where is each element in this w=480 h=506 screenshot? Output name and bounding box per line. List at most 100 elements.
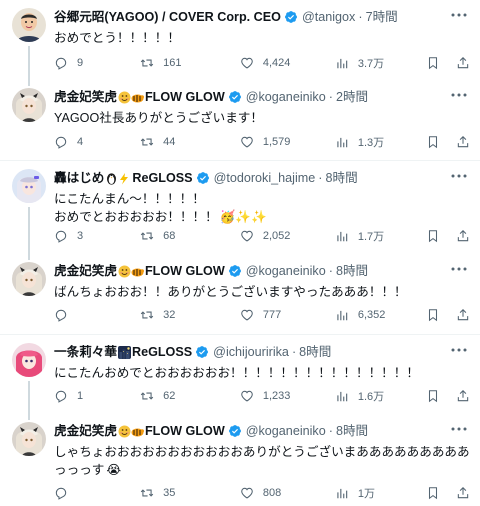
user-handle[interactable]: @koganeiniko [246,421,326,441]
share-button[interactable] [456,133,470,151]
views-button[interactable]: 1.7万 [335,227,401,245]
like-count: 1,233 [262,390,291,402]
timestamp[interactable]: 8時間 [299,342,331,362]
bookmark-button[interactable] [426,484,440,502]
display-name-suffix[interactable]: ReGLOSS [132,168,192,188]
user-handle[interactable]: @koganeiniko [246,261,326,281]
like-button[interactable]: 808 [240,484,325,502]
verified-badge-icon [284,10,298,24]
retweet-count: 68 [163,230,176,242]
share-button[interactable] [456,387,470,405]
share-icon [456,229,470,243]
timestamp[interactable]: 8時間 [336,261,368,281]
tweet-actions: 4 44 1,579 1.3万 [54,133,470,151]
smiling-face-and-tiger-emoji [118,265,144,278]
separator-dot: · [328,90,333,104]
avatar[interactable] [12,88,46,122]
separator-dot: · [358,10,363,24]
share-button[interactable] [456,484,470,502]
display-name[interactable]: 一条莉々華 [54,342,117,362]
bookmark-button[interactable] [426,133,440,151]
timestamp[interactable]: 8時間 [336,421,368,441]
views-button[interactable]: 1.3万 [335,133,401,151]
avatar[interactable] [12,8,46,42]
share-button[interactable] [456,227,470,245]
retweet-button[interactable]: 35 [140,484,230,502]
retweet-icon [140,389,154,403]
views-button[interactable]: 6,352 [335,306,401,324]
avatar[interactable] [12,169,46,203]
like-button[interactable]: 2,052 [240,227,325,245]
bookmark-button[interactable] [426,54,440,72]
display-name-suffix[interactable]: FLOW GLOW [145,261,225,281]
retweet-count: 161 [163,57,182,69]
like-button[interactable]: 1,233 [240,387,325,405]
display-name[interactable]: 虎金妃笑虎 [54,87,117,107]
reply-button[interactable]: 1 [54,387,120,405]
tweet[interactable]: 虎金妃笑虎 FLOW GLOW @koganeiniko · 8時間 しゃちょおおおおおお… [0,414,480,506]
share-button[interactable] [456,54,470,72]
avatar[interactable] [12,262,46,296]
reply-icon [54,56,68,70]
heart-icon [240,308,254,322]
retweet-button[interactable]: 44 [140,133,230,151]
user-handle[interactable]: @ichijouririka [213,342,289,362]
tweet[interactable]: 虎金妃笑虎 FLOW GLOW @koganeiniko · 2時間 YAGOO社長ありが… [0,80,480,160]
bookmark-icon [426,56,440,70]
retweet-button[interactable]: 32 [140,306,230,324]
user-handle[interactable]: @todoroki_hajime [214,168,316,188]
reply-button[interactable] [54,306,120,324]
tweet[interactable]: 一条莉々華 ReGLOSS @ichijouririka · 8時間 にこたんおめでとおお… [0,334,480,415]
user-handle[interactable]: @tanigox [302,7,355,27]
bookmark-icon [426,389,440,403]
tweet[interactable]: 轟はじめ ReGLOSS @todoroki_hajime · 8時間 にこたんまん～！！… [0,160,480,255]
reply-icon [54,389,68,403]
avatar[interactable] [12,422,46,456]
reply-button[interactable]: 4 [54,133,120,151]
retweet-button[interactable]: 161 [140,54,230,72]
tweet-text-line: YAGOO社長ありがとうございます！ [54,111,263,125]
timestamp[interactable]: 7時間 [366,7,398,27]
retweet-count: 32 [163,309,176,321]
bookmark-button[interactable] [426,387,440,405]
tweet-text: ばんちょおおお！！ありがとうございますやったあああ！！！ [54,283,470,301]
display-name[interactable]: 虎金妃笑虎 [54,421,117,441]
reply-button[interactable]: 3 [54,227,120,245]
reply-icon [54,486,68,500]
tweet-text-line: おめでとう！！！！！ [54,31,180,45]
tweet-actions: 35 808 1万 [54,484,470,502]
tweet-text-line: っっっす 😭 [54,463,122,477]
like-button[interactable]: 777 [240,306,325,324]
heart-icon [240,389,254,403]
reply-button[interactable]: 9 [54,54,120,72]
reply-button[interactable] [54,484,120,502]
tweet[interactable]: 虎金妃笑虎 FLOW GLOW @koganeiniko · 8時間 ばんちょおおお！！あ… [0,254,480,334]
views-button[interactable]: 1.6万 [335,387,401,405]
avatar[interactable] [12,343,46,377]
display-name-suffix[interactable]: ReGLOSS [132,342,192,362]
verified-badge-icon [196,171,210,185]
like-count: 1,579 [262,136,291,148]
user-handle[interactable]: @koganeiniko [246,87,326,107]
bookmark-button[interactable] [426,306,440,324]
timestamp[interactable]: 2時間 [336,87,368,107]
tweet[interactable]: 谷郷元昭(YAGOO) / COVER Corp. CEO @tanigox · 7時… [0,0,480,80]
views-button[interactable]: 3.7万 [335,54,401,72]
retweet-button[interactable]: 68 [140,227,230,245]
display-name-suffix[interactable]: FLOW GLOW [145,421,225,441]
share-button[interactable] [456,306,470,324]
view-count: 1.6万 [357,391,385,403]
retweet-count: 44 [163,136,176,148]
bookmark-icon [426,135,440,149]
display-name[interactable]: 轟はじめ [54,168,104,188]
like-button[interactable]: 4,424 [240,54,325,72]
bookmark-button[interactable] [426,227,440,245]
like-button[interactable]: 1,579 [240,133,325,151]
retweet-button[interactable]: 62 [140,387,230,405]
views-button[interactable]: 1万 [335,484,401,502]
display-name-suffix[interactable]: FLOW GLOW [145,87,225,107]
display-name[interactable]: 谷郷元昭(YAGOO) / COVER Corp. CEO [54,7,281,27]
timestamp[interactable]: 8時間 [325,168,357,188]
display-name[interactable]: 虎金妃笑虎 [54,261,117,281]
bookmark-icon [426,486,440,500]
